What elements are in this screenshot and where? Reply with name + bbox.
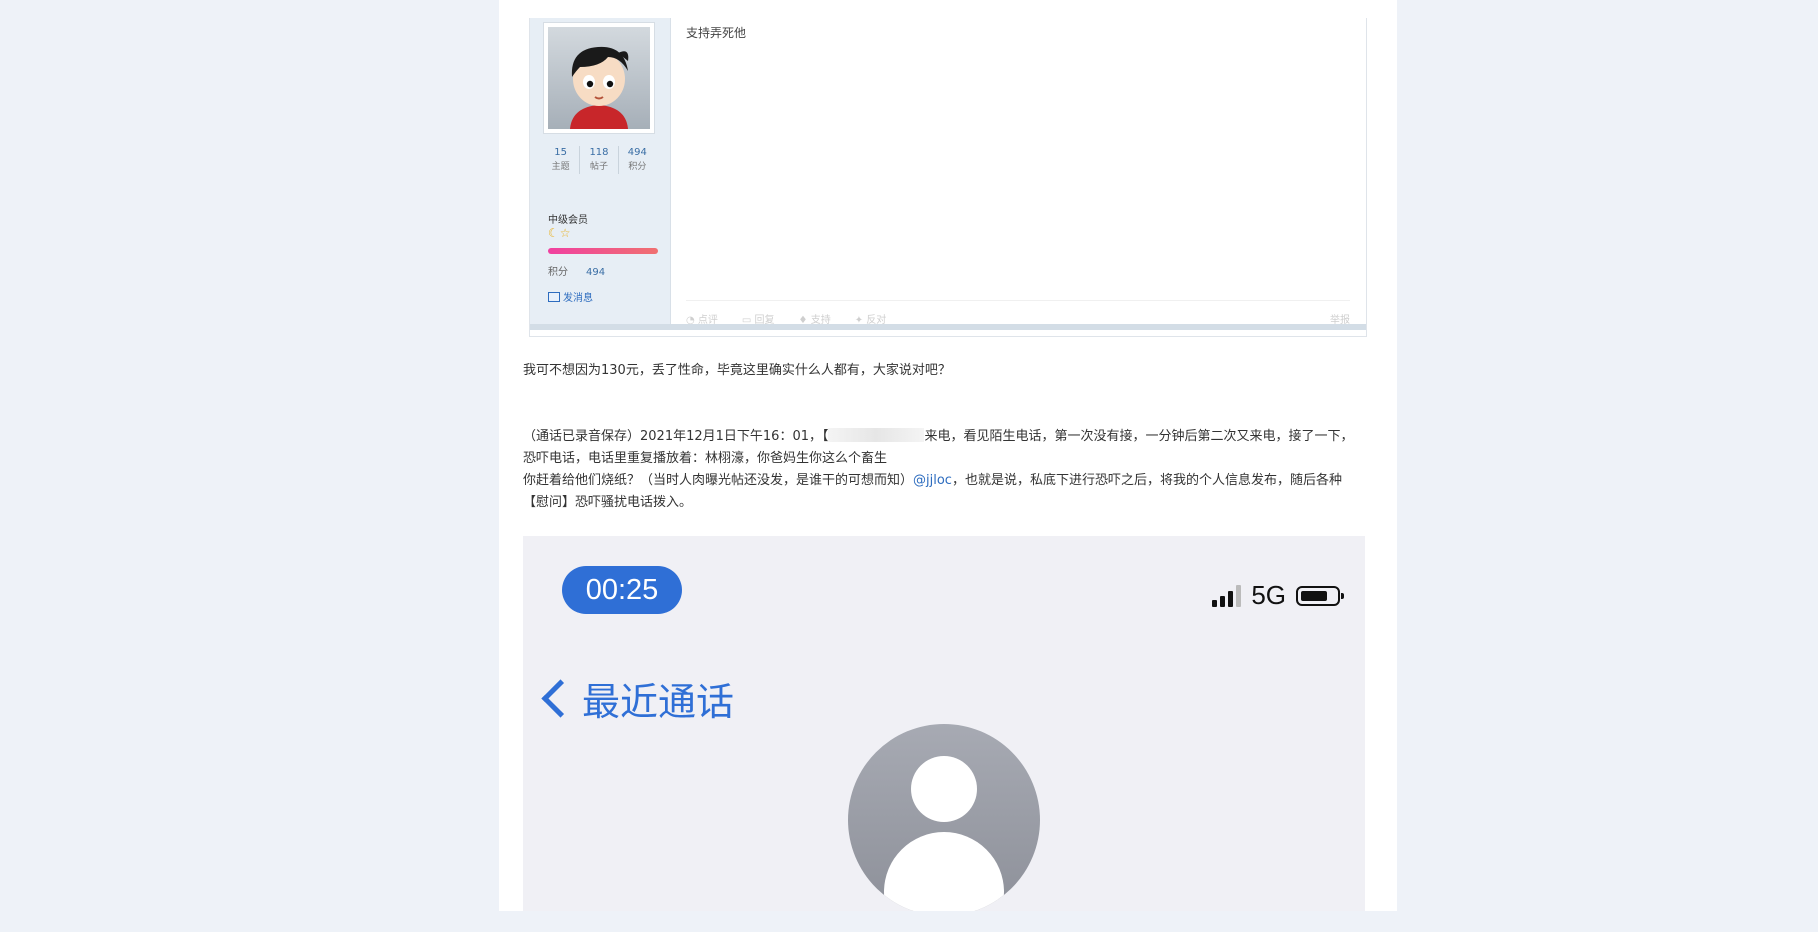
points-row: 积分 494 bbox=[548, 263, 605, 278]
stat-topics[interactable]: 15 主题 bbox=[542, 146, 581, 174]
stat-value: 118 bbox=[589, 147, 609, 158]
network-type: 5G bbox=[1251, 580, 1286, 610]
paragraph-1: 我可不想因为130元，丢了性命，毕竟这里确实什么人都有，大家说对吧？ bbox=[523, 363, 951, 378]
envelope-icon bbox=[548, 292, 560, 302]
rank-stars-icon: ☾☆ bbox=[548, 226, 572, 240]
phone-call-screenshot: 00:25 5G 最近通话 bbox=[523, 536, 1365, 911]
send-message-link[interactable]: 发消息 bbox=[548, 289, 593, 304]
forum-post-screenshot: 15 主题 118 帖子 494 积分 中级会员 ☾☆ 积分 494 发消息 支… bbox=[529, 18, 1367, 337]
user-sidebar: 15 主题 118 帖子 494 积分 中级会员 ☾☆ 积分 494 发消息 bbox=[530, 18, 671, 328]
post-actions: ◔ 点评 ▭ 回复 ♦ 支持 ✦ 反对 举报 bbox=[686, 300, 1350, 326]
back-label: 最近通话 bbox=[582, 680, 735, 724]
battery-level bbox=[1301, 590, 1327, 601]
member-rank: 中级会员 bbox=[548, 215, 588, 226]
paragraph-2-text-a: （通话已录音保存）2021年12月1日下午16：01，【 bbox=[523, 429, 829, 444]
article-page: 15 主题 118 帖子 494 积分 中级会员 ☾☆ 积分 494 发消息 支… bbox=[499, 0, 1397, 911]
chevron-left-icon bbox=[541, 679, 580, 718]
paragraph-3-text-a: 你赶着给他们烧纸？（当时人肉曝光帖还没发，是谁干的可想而知） bbox=[523, 473, 914, 488]
phone-status-bar: 5G bbox=[1212, 580, 1344, 611]
post-bottom-divider bbox=[530, 324, 1366, 330]
stat-label: 帖子 bbox=[589, 162, 608, 172]
paragraph-3: 你赶着给他们烧纸？（当时人肉曝光帖还没发，是谁干的可想而知）@jjloc，也就是… bbox=[523, 470, 1363, 514]
rank-progress-bar bbox=[548, 248, 658, 254]
contact-avatar-icon bbox=[848, 724, 1040, 911]
stat-value: 494 bbox=[627, 147, 647, 158]
reply-content: 支持弄死他 bbox=[686, 26, 747, 40]
user-stats: 15 主题 118 帖子 494 积分 bbox=[542, 146, 656, 174]
avatar[interactable] bbox=[543, 22, 655, 134]
signal-bars-icon bbox=[1212, 584, 1242, 607]
points-label: 积分 bbox=[548, 267, 568, 278]
paragraph-2: （通话已录音保存）2021年12月1日下午16：01，【 来电，看见陌生电话，第一… bbox=[523, 426, 1363, 470]
stat-value: 15 bbox=[554, 147, 568, 158]
avatar-cartoon-icon bbox=[548, 27, 650, 129]
user-mention-link[interactable]: @jjloc bbox=[913, 473, 952, 488]
stat-points[interactable]: 494 积分 bbox=[619, 146, 656, 174]
stat-label: 积分 bbox=[628, 162, 647, 172]
points-value: 494 bbox=[586, 267, 606, 278]
battery-icon bbox=[1296, 585, 1344, 606]
stat-label: 主题 bbox=[551, 162, 570, 172]
stat-posts[interactable]: 118 帖子 bbox=[580, 146, 619, 174]
redacted-phone-number bbox=[828, 428, 925, 442]
call-timer-badge: 00:25 bbox=[562, 566, 682, 614]
send-message-label: 发消息 bbox=[563, 293, 593, 304]
back-to-recents-button[interactable]: 最近通话 bbox=[539, 671, 734, 726]
